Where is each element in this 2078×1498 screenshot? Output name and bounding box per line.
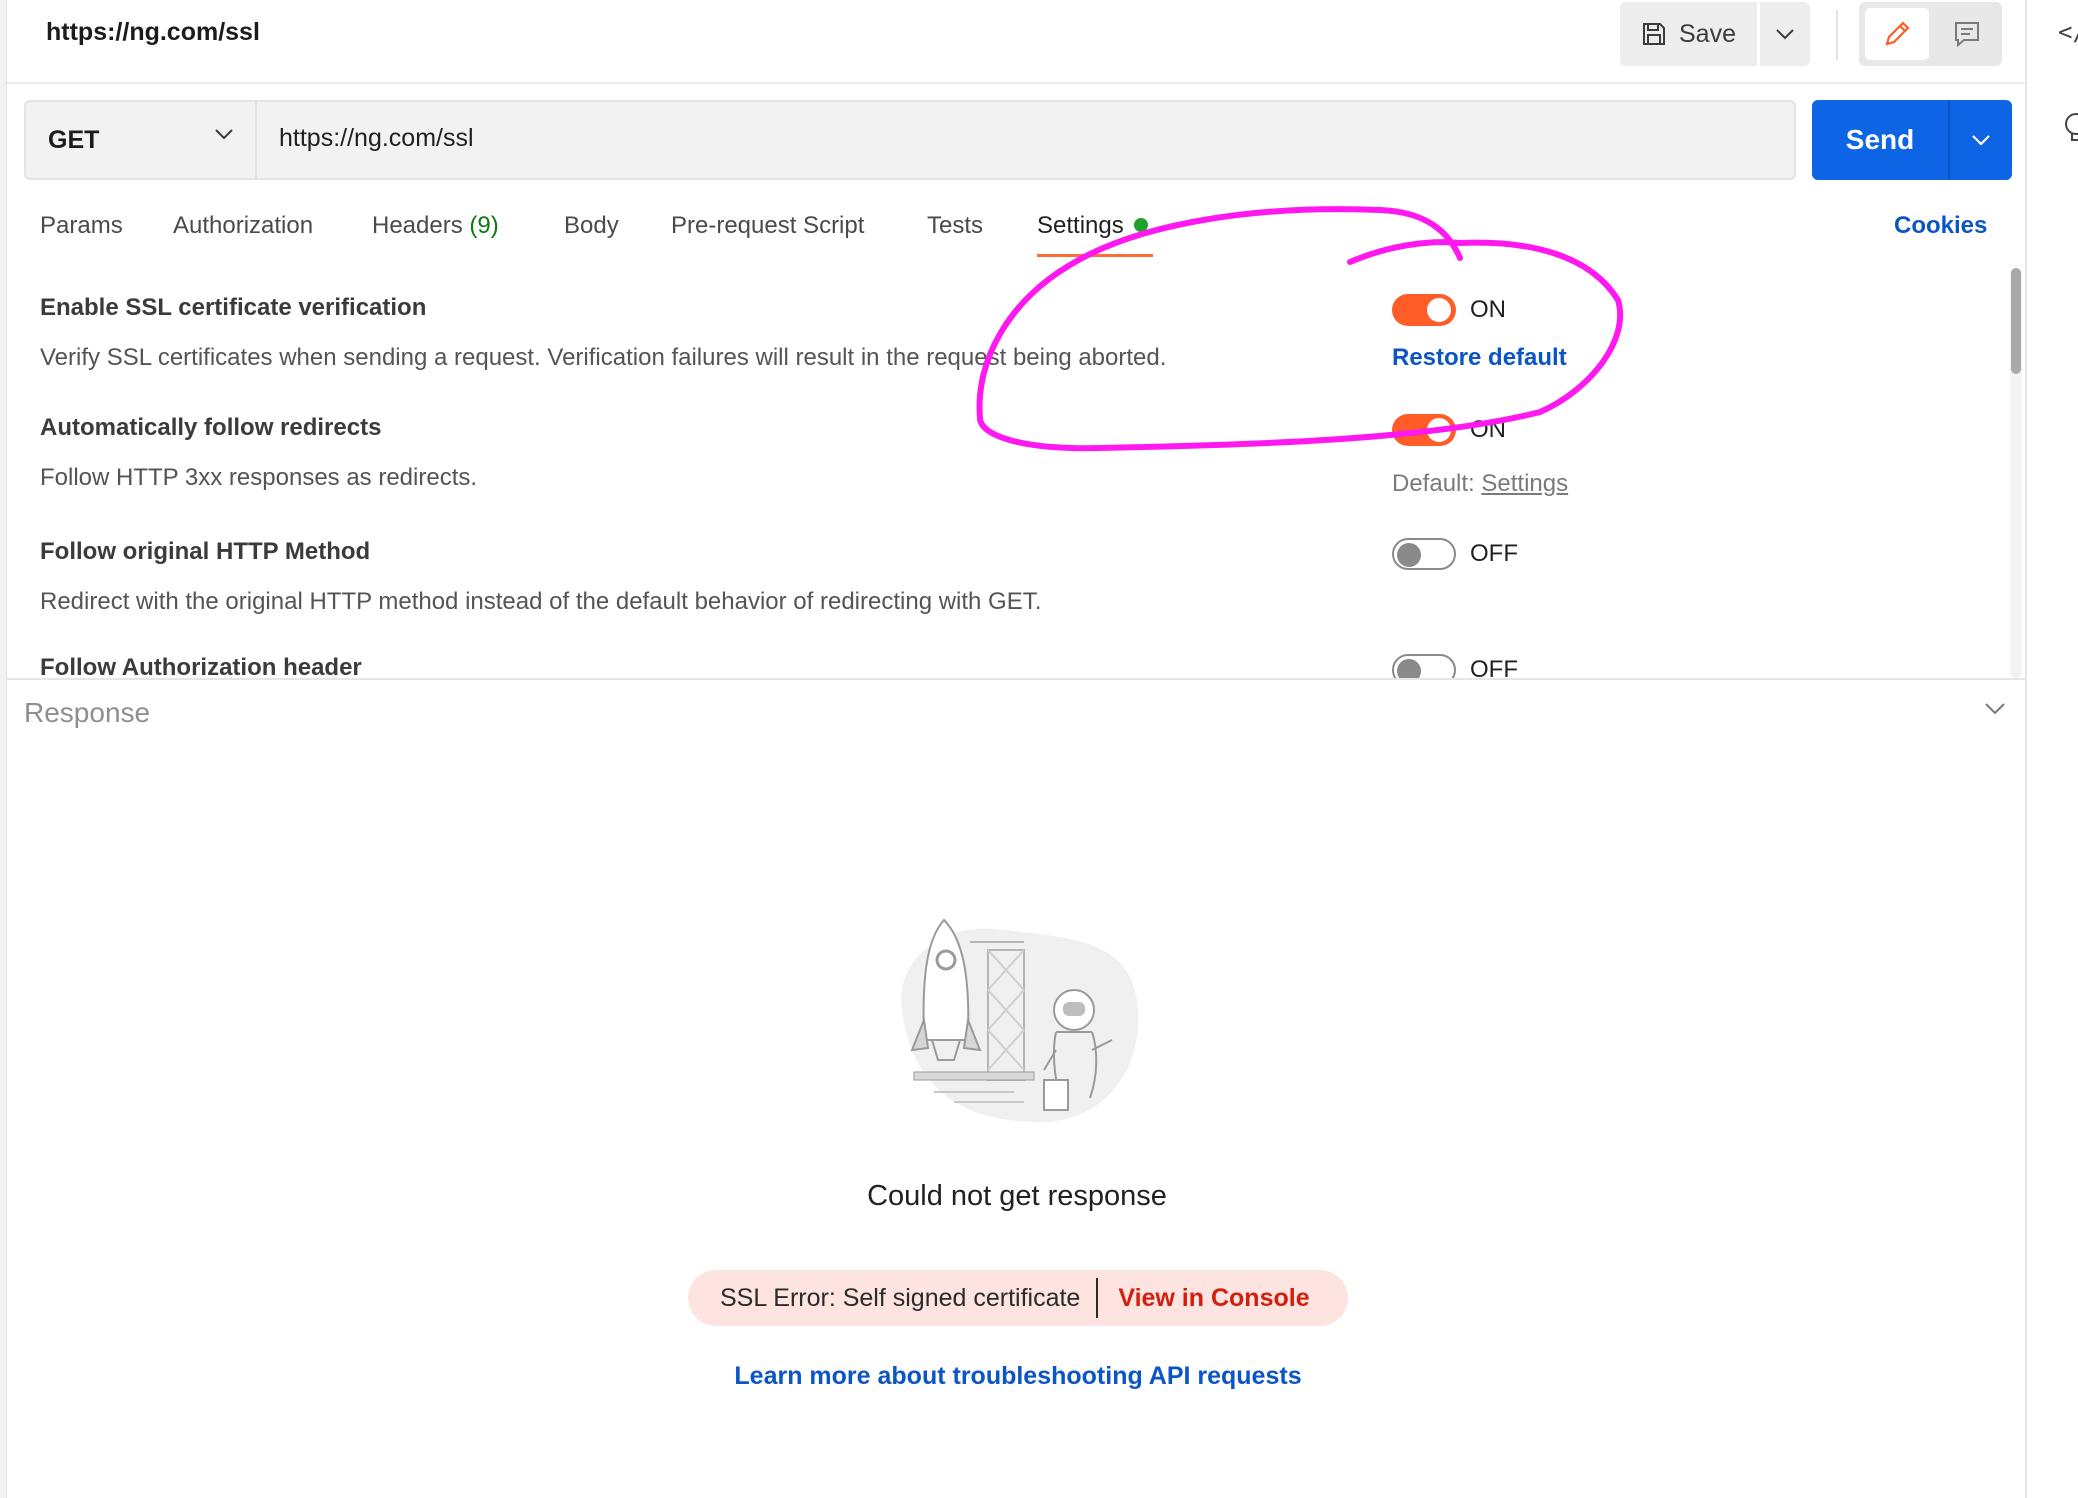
toggle-state: OFF [1470,656,1518,678]
chevron-down-icon [1972,135,1990,146]
response-label: Response [24,697,151,728]
rocket-astronaut-illustration [901,918,1139,1123]
ssl-error-text: SSL Error: Self signed certificate [720,1283,1081,1312]
header-separator [1836,10,1838,60]
edit-mode-button[interactable] [1865,8,1929,60]
save-label: Save [1679,19,1736,48]
save-group: Save [1620,2,1810,66]
setting-description: Redirect with the original HTTP method i… [40,588,1042,615]
tab-tests[interactable]: Tests [927,212,983,240]
ssl-error-banner: SSL Error: Self signed certificate View … [688,1270,1348,1326]
settings-modified-dot [1133,218,1148,232]
toggle-state: OFF [1470,540,1518,567]
restore-default-link[interactable]: Restore default [1392,344,1567,372]
response-divider[interactable] [7,678,2025,680]
error-separator [1096,1278,1099,1318]
headers-count: (9) [469,212,499,239]
tab-settings[interactable]: Settings [1037,212,1148,240]
toggle-knob [1397,659,1421,678]
tab-authorization[interactable]: Authorization [173,212,313,240]
default-settings-link[interactable]: Settings [1481,470,1568,497]
lightbulb-icon[interactable] [2058,110,2078,146]
method-label: GET [48,125,100,154]
send-button[interactable]: Send [1812,100,1948,180]
app-window: https://ng.com/ssl Save < GET https://ng… [0,0,2078,1498]
ssl-verification-toggle[interactable] [1392,294,1456,326]
right-sidebar-divider [2025,0,2027,1498]
tab-body[interactable]: Body [564,212,619,240]
method-select[interactable]: GET [26,102,257,178]
save-options-button[interactable] [1760,2,1810,66]
learn-more-link[interactable]: Learn more about troubleshooting API req… [688,1362,1348,1391]
comment-icon [1955,22,1979,48]
save-button[interactable]: Save [1620,2,1757,66]
no-response-message: Could not get response [867,1180,1167,1212]
default-prefix: Default: [1392,470,1475,497]
chevron-down-icon[interactable] [1984,702,2006,716]
cookies-link[interactable]: Cookies [1894,212,1987,240]
view-mode-toggle [1859,2,2002,66]
chevron-down-icon [1776,29,1794,40]
left-edge [0,0,7,1498]
tab-settings-label: Settings [1037,212,1124,239]
url-bar: GET https://ng.com/ssl [24,100,1796,180]
toggle-knob [1427,298,1451,322]
tab-pre-request-script[interactable]: Pre-request Script [671,212,864,240]
tab-headers-label: Headers [372,212,463,239]
comment-mode-button[interactable] [1937,8,1997,60]
send-options-button[interactable] [1950,100,2012,180]
active-tab-indicator [1037,254,1153,257]
tab-params[interactable]: Params [40,212,123,240]
settings-panel: Enable SSL certificate verification Veri… [7,268,2012,678]
toggle-state: ON [1470,296,1506,323]
follow-redirects-toggle[interactable] [1392,414,1456,446]
save-icon [1643,23,1665,45]
follow-original-method-toggle[interactable] [1392,538,1456,570]
follow-authorization-header-toggle[interactable] [1392,654,1456,678]
view-in-console-link[interactable]: View in Console [1118,1284,1309,1313]
send-group: Send [1812,100,2012,180]
tab-headers[interactable]: Headers (9) [372,212,499,240]
chevron-down-icon [215,129,233,140]
request-title[interactable]: https://ng.com/ssl [46,18,260,47]
pencil-icon [1885,21,1910,46]
code-icon[interactable]: </ [2058,18,2078,46]
default-setting-note: Default: Settings [1392,470,1568,498]
toggle-knob [1397,543,1421,567]
settings-scrollbar-thumb[interactable] [2011,268,2021,374]
toggle-knob [1427,418,1451,442]
request-header: https://ng.com/ssl Save [7,0,2025,84]
url-input[interactable]: https://ng.com/ssl [279,124,474,153]
toggle-state: ON [1470,416,1506,443]
